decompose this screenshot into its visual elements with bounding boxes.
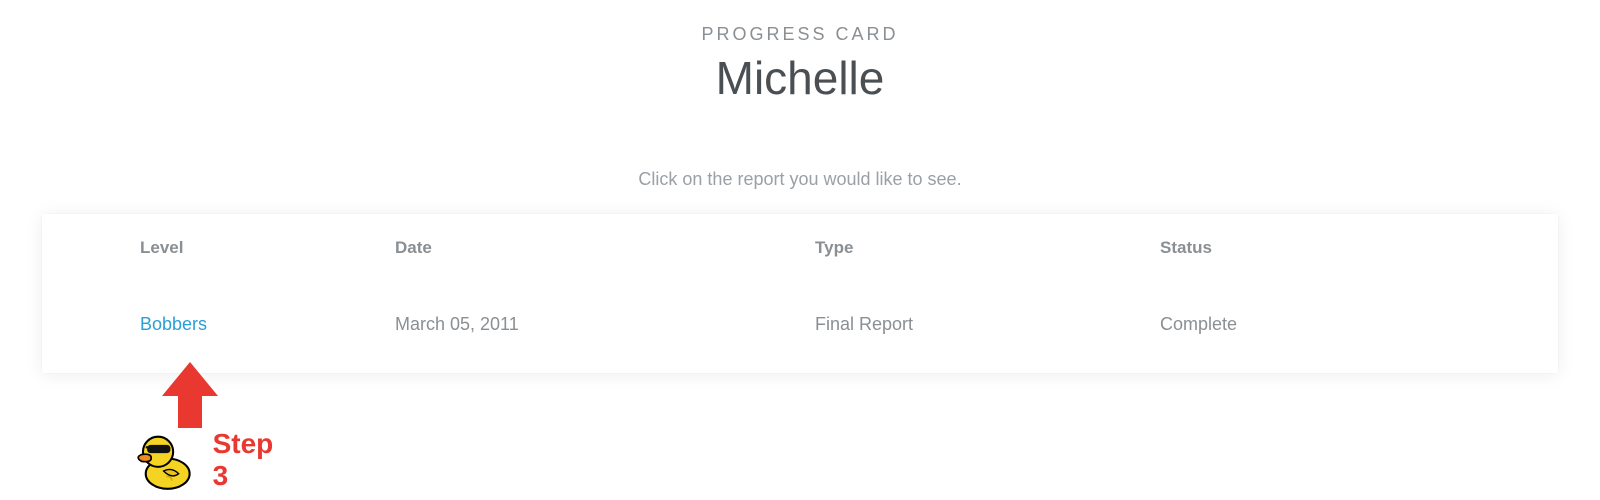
report-date: March 05, 2011 xyxy=(395,314,815,335)
col-header-level: Level xyxy=(140,238,395,258)
table-row: Bobbers March 05, 2011 Final Report Comp… xyxy=(42,314,1558,335)
page-title: Michelle xyxy=(0,51,1600,105)
duck-mascot-icon xyxy=(132,420,201,500)
instruction-text: Click on the report you would like to se… xyxy=(0,169,1600,190)
col-header-date: Date xyxy=(395,238,815,258)
col-header-type: Type xyxy=(815,238,1160,258)
report-status: Complete xyxy=(1160,314,1360,335)
table-header-row: Level Date Type Status xyxy=(42,238,1558,258)
tutorial-annotation: Step 3 xyxy=(132,362,218,456)
reports-table: Level Date Type Status Bobbers March 05,… xyxy=(42,214,1558,373)
col-header-status: Status xyxy=(1160,238,1360,258)
page-eyebrow: PROGRESS CARD xyxy=(0,24,1600,45)
step-label: Step 3 xyxy=(213,428,285,492)
report-level-link[interactable]: Bobbers xyxy=(140,314,207,334)
report-type: Final Report xyxy=(815,314,1160,335)
